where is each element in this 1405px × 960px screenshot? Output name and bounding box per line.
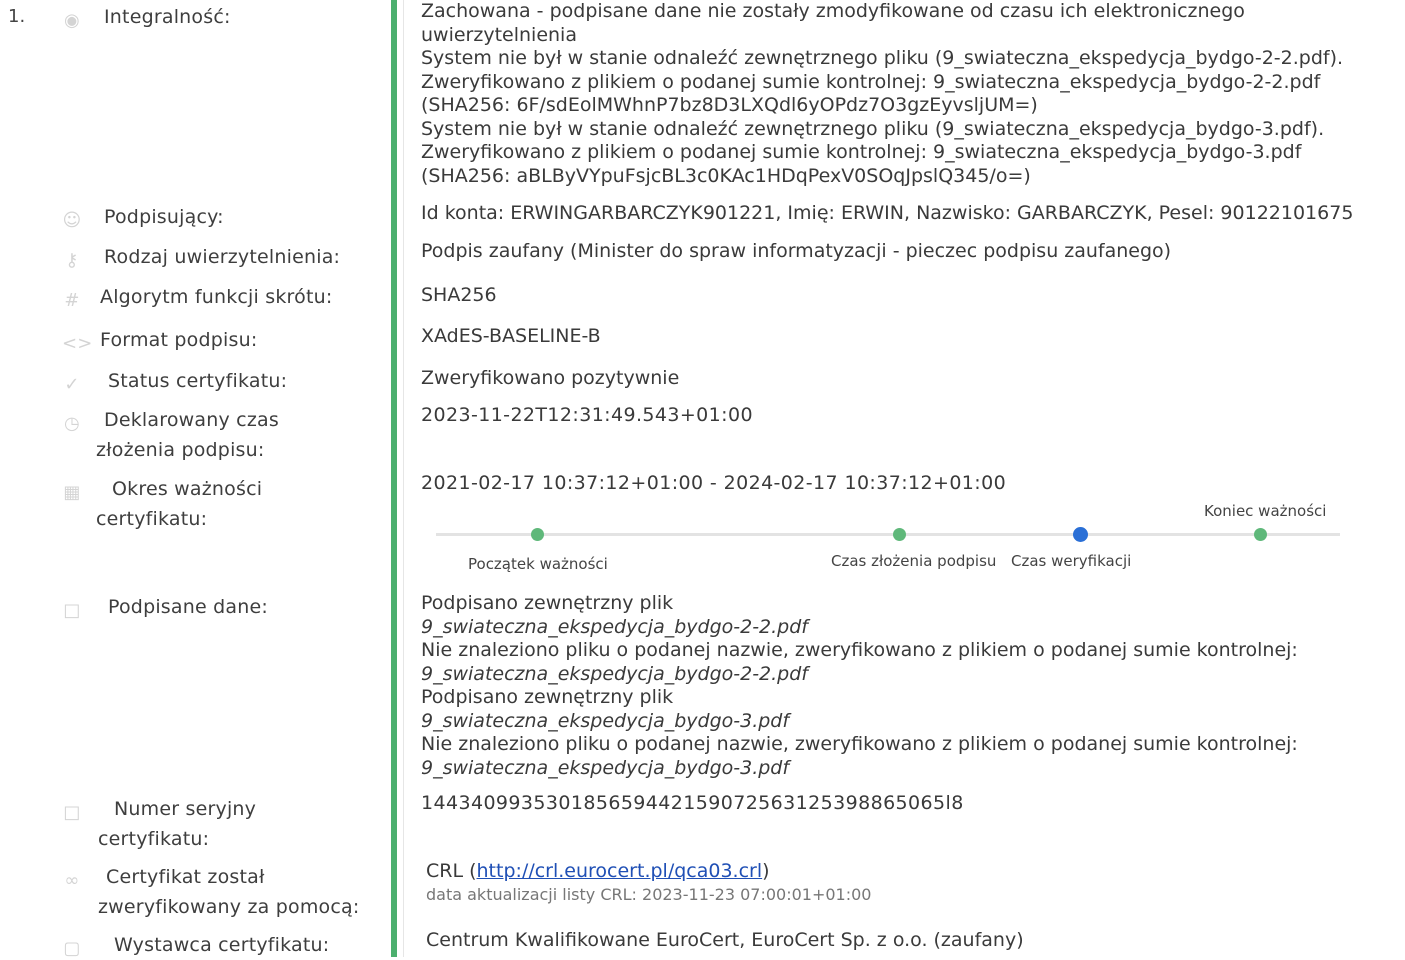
integrity-line: uwierzytelnienia bbox=[421, 23, 577, 46]
label-sig-format: <> Format podpisu: bbox=[62, 329, 258, 354]
integrity-line: System nie był w stanie odnaleźć zewnętr… bbox=[421, 117, 1325, 140]
label-integrity: ◉ Integralność: bbox=[62, 2, 231, 32]
signed-data-line: Podpisano zewnętrzny plik bbox=[421, 592, 674, 614]
label-declared-time: ◷ Deklarowany czas bbox=[62, 405, 279, 435]
section-divider-shadow bbox=[403, 0, 404, 957]
label-cert-status: ✓ Status certyfikatu: bbox=[62, 366, 287, 396]
label-signed-data: □ Podpisane dane: bbox=[63, 596, 268, 621]
label-hash-algo: # Algorytm funkcji skrótu: bbox=[62, 282, 332, 312]
timeline-label-end: Koniec ważności bbox=[1204, 502, 1327, 520]
signed-data-line: 9_swiateczna_ekspedycja_bydgo-3.pdf bbox=[421, 756, 790, 779]
link-icon: ∞ bbox=[64, 870, 80, 891]
validity-value: 2021-02-17 10:37:12+01:00 - 2024-02-17 1… bbox=[421, 472, 1007, 494]
user-icon: ☺ bbox=[62, 210, 82, 231]
crl-value: CRL (http://crl.eurocert.pl/qca03.crl) bbox=[426, 860, 770, 884]
clock-icon: ◷ bbox=[64, 413, 80, 434]
file-icon: □ bbox=[63, 600, 81, 621]
signed-data-line: 9_swiateczna_ekspedycja_bydgo-3.pdf bbox=[421, 709, 790, 732]
signed-data-value: Podpisano zewnętrzny plik 9_swiateczna_ek… bbox=[421, 592, 1298, 780]
timeline-label-sign: Czas złożenia podpisu bbox=[831, 552, 997, 570]
timeline-dot-verify bbox=[1073, 527, 1088, 542]
timeline-label-start: Początek ważności bbox=[468, 555, 608, 573]
integrity-line: Zweryfikowano z plikiem o podanej sumie … bbox=[421, 70, 1321, 93]
sig-format-value: XAdES-BASELINE-B bbox=[421, 325, 601, 347]
code-icon: <> bbox=[62, 333, 93, 354]
issuer-value: Centrum Kwalifikowane EuroCert, EuroCert… bbox=[426, 929, 1024, 951]
cert-status-value: Zweryfikowano pozytywnie bbox=[421, 367, 680, 389]
signed-data-line: 9_swiateczna_ekspedycja_bydgo-2-2.pdf bbox=[421, 615, 808, 638]
timeline-dot-sign bbox=[893, 528, 906, 541]
label-verified-by: ∞ Certyfikat został bbox=[62, 862, 265, 892]
label-auth-type: ⚷ Rodzaj uwierzytelnienia: bbox=[62, 242, 340, 272]
shield-icon: ◉ bbox=[64, 10, 80, 31]
declared-time-value: 2023-11-22T12:31:49.543+01:00 bbox=[421, 404, 753, 426]
serial-value: 1443409935301856594421590725631253988650… bbox=[421, 792, 964, 814]
hash-icon: # bbox=[64, 290, 80, 311]
calendar-icon: ▦ bbox=[63, 482, 81, 503]
integrity-value: Zachowana - podpisane dane nie zostały z… bbox=[421, 0, 1343, 188]
row-number: 1. bbox=[8, 6, 26, 27]
label-serial-2: certyfikatu: bbox=[98, 828, 210, 850]
crl-link[interactable]: http://crl.eurocert.pl/qca03.crl bbox=[477, 860, 763, 882]
timeline-dot-end bbox=[1254, 528, 1267, 541]
integrity-line: (SHA256: 6F/sdEolMWhnP7bz8D3LXQdl6yOPdz7… bbox=[421, 94, 1038, 116]
label-issuer: ▢ Wystawca certyfikatu: bbox=[63, 934, 330, 959]
timeline-track bbox=[436, 533, 1340, 536]
hash-algo-value: SHA256 bbox=[421, 284, 497, 306]
integrity-line: (SHA256: aBLByVYpuFsjcBL3c0KAc1HDqPexV0S… bbox=[421, 164, 1031, 187]
label-validity-2: certyfikatu: bbox=[96, 508, 208, 530]
integrity-line: Zweryfikowano z plikiem o podanej sumie … bbox=[421, 141, 1302, 163]
signed-data-line: Nie znaleziono pliku o podanej nazwie, z… bbox=[421, 733, 1298, 755]
signed-data-line: Podpisano zewnętrzny plik bbox=[421, 686, 674, 708]
certificate-icon: ▢ bbox=[63, 938, 81, 959]
timeline-dot-start bbox=[531, 528, 544, 541]
file-number-icon: □ bbox=[63, 802, 81, 823]
key-icon: ⚷ bbox=[65, 250, 79, 271]
signer-value: Id konta: ERWINGARBARCZYK901221, Imię: E… bbox=[421, 202, 1354, 224]
crl-prefix: CRL ( bbox=[426, 860, 477, 882]
timeline-label-verify: Czas weryfikacji bbox=[1011, 552, 1132, 570]
integrity-line: Zachowana - podpisane dane nie zostały z… bbox=[421, 0, 1245, 22]
validity-timeline: Początek ważności Czas złożenia podpisu … bbox=[436, 500, 1340, 580]
crl-update: data aktualizacji listy CRL: 2023-11-23 … bbox=[426, 885, 872, 904]
section-divider bbox=[391, 0, 397, 957]
signed-data-line: Nie znaleziono pliku o podanej nazwie, z… bbox=[421, 639, 1298, 661]
auth-type-value: Podpis zaufany (Minister do spraw inform… bbox=[421, 240, 1172, 262]
label-declared-time-2: złożenia podpisu: bbox=[96, 439, 265, 461]
label-verified-by-2: zweryfikowany za pomocą: bbox=[98, 896, 360, 918]
integrity-line: System nie był w stanie odnaleźć zewnętr… bbox=[421, 47, 1344, 69]
label-serial: □ Numer seryjny bbox=[63, 798, 257, 823]
crl-suffix: ) bbox=[762, 860, 770, 882]
label-validity: ▦ Okres ważności bbox=[63, 478, 263, 503]
signed-data-line: 9_swiateczna_ekspedycja_bydgo-2-2.pdf bbox=[421, 662, 808, 685]
label-signer: ☺ Podpisujący: bbox=[62, 206, 224, 231]
check-icon: ✓ bbox=[64, 374, 80, 395]
